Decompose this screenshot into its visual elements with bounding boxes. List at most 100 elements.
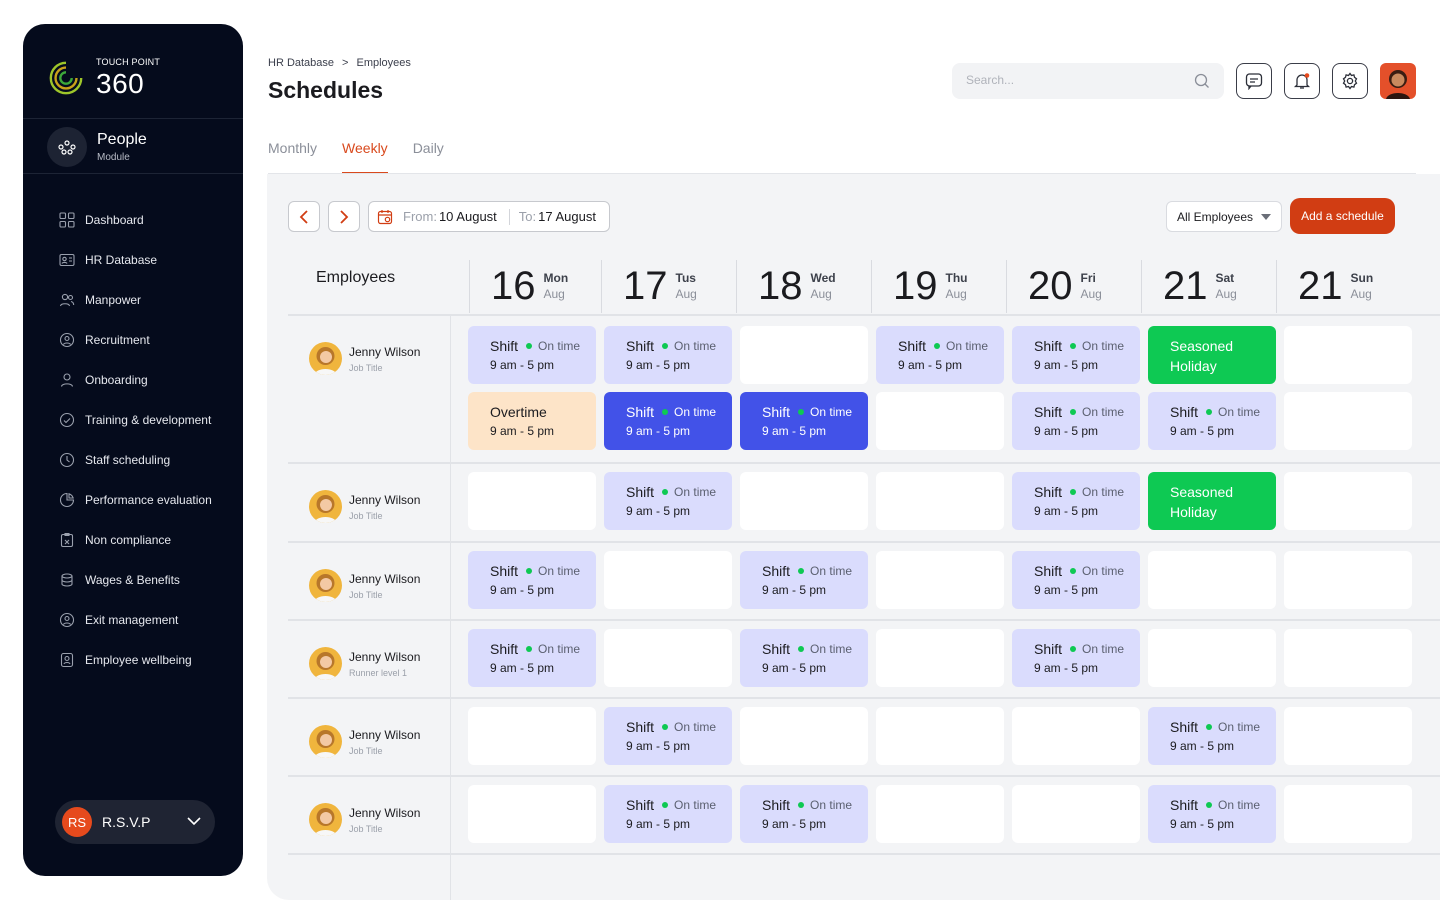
empty-cell[interactable] [876, 551, 1004, 609]
employee-cell[interactable]: Jenny Wilson Job Title [309, 725, 420, 758]
empty-cell[interactable] [1012, 785, 1140, 843]
shift-cell[interactable]: Shift On time 9 am - 5 pm [740, 392, 868, 450]
empty-cell[interactable] [876, 707, 1004, 765]
sidebar-item-manpower[interactable]: Manpower [59, 280, 212, 320]
sidebar-item-training[interactable]: Training & development [59, 400, 212, 440]
day-month: Aug [1080, 287, 1102, 301]
sidebar-item-performance[interactable]: Performance evaluation [59, 480, 212, 520]
empty-cell[interactable] [1148, 551, 1276, 609]
add-schedule-button[interactable]: Add a schedule [1290, 198, 1395, 234]
settings-button[interactable] [1332, 63, 1368, 99]
search-input[interactable] [966, 73, 1186, 87]
shift-header: Shift On time [626, 483, 732, 500]
shift-cell[interactable]: Shift On time 9 am - 5 pm [740, 785, 868, 843]
empty-cell[interactable] [1148, 629, 1276, 687]
empty-cell[interactable] [1284, 392, 1412, 450]
shift-cell[interactable]: Shift On time 9 am - 5 pm [1012, 629, 1140, 687]
empty-cell[interactable] [1284, 707, 1412, 765]
shift-cell[interactable]: Shift On time 9 am - 5 pm [604, 785, 732, 843]
holiday-cell[interactable]: Seasoned Holiday [1148, 326, 1276, 384]
sidebar-item-onboarding[interactable]: Onboarding [59, 360, 212, 400]
sidebar-item-hr-database[interactable]: HR Database [59, 240, 212, 280]
shift-cell[interactable]: Shift On time 9 am - 5 pm [468, 551, 596, 609]
employee-cell[interactable]: Jenny Wilson Job Title [309, 490, 420, 523]
shift-cell[interactable]: Shift On time 9 am - 5 pm [468, 326, 596, 384]
empty-cell[interactable] [740, 707, 868, 765]
empty-cell[interactable] [876, 392, 1004, 450]
tab-daily[interactable]: Daily [413, 140, 444, 174]
shift-label: Shift [626, 796, 655, 813]
shift-cell[interactable]: Shift On time 9 am - 5 pm [604, 326, 732, 384]
breadcrumb-hr-database[interactable]: HR Database [268, 57, 334, 69]
empty-cell[interactable] [1012, 707, 1140, 765]
shift-cell[interactable]: Shift On time 9 am - 5 pm [1012, 551, 1140, 609]
shift-cell[interactable]: Shift On time 9 am - 5 pm [604, 392, 732, 450]
sidebar-item-recruitment[interactable]: Recruitment [59, 320, 212, 360]
status-dot [526, 645, 533, 652]
prev-week-button[interactable] [288, 201, 320, 232]
shift-cell[interactable]: Shift On time 9 am - 5 pm [468, 629, 596, 687]
shift-time: 9 am - 5 pm [1170, 424, 1235, 438]
clipboard-icon [60, 532, 74, 548]
empty-cell[interactable] [1284, 326, 1412, 384]
employee-filter-select[interactable]: All Employees [1166, 201, 1282, 232]
empty-cell[interactable] [740, 472, 868, 530]
empty-cell[interactable] [1284, 472, 1412, 530]
shift-cell[interactable]: Shift On time 9 am - 5 pm [1148, 785, 1276, 843]
notifications-button[interactable] [1284, 63, 1320, 99]
empty-cell[interactable] [604, 629, 732, 687]
shift-cell[interactable]: Shift On time 9 am - 5 pm [604, 707, 732, 765]
sidebar-item-non-compliance[interactable]: Non compliance [59, 520, 212, 560]
day-number: 21 [1163, 264, 1208, 308]
shift-cell[interactable]: Shift On time 9 am - 5 pm [740, 551, 868, 609]
day-column-divider [871, 260, 872, 313]
holiday-cell[interactable]: Seasoned Holiday [1148, 472, 1276, 530]
search-icon[interactable] [1194, 73, 1210, 89]
shift-cell[interactable]: Shift On time 9 am - 5 pm [604, 472, 732, 530]
shift-cell[interactable]: Shift On time 9 am - 5 pm [1012, 472, 1140, 530]
employee-job-title: Job Title [349, 510, 383, 521]
empty-cell[interactable] [468, 785, 596, 843]
sidebar-item-staff-scheduling[interactable]: Staff scheduling [59, 440, 212, 480]
row-divider [288, 462, 1440, 464]
account-switcher[interactable]: RS R.S.V.P [55, 800, 215, 844]
tab-weekly[interactable]: Weekly [342, 140, 388, 174]
shift-status: On time [674, 484, 717, 499]
sidebar-item-dashboard[interactable]: Dashboard [59, 200, 212, 240]
empty-cell[interactable] [876, 785, 1004, 843]
employee-cell[interactable]: Jenny Wilson Job Title [309, 803, 420, 836]
empty-cell[interactable] [876, 472, 1004, 530]
empty-cell[interactable] [1284, 785, 1412, 843]
breadcrumb-employees[interactable]: Employees [356, 57, 410, 69]
empty-cell[interactable] [1284, 551, 1412, 609]
employee-cell[interactable]: Jenny Wilson Job Title [309, 569, 420, 602]
shift-cell[interactable]: Shift On time 9 am - 5 pm [1148, 707, 1276, 765]
shift-cell[interactable]: Shift On time 9 am - 5 pm [1148, 392, 1276, 450]
logo[interactable]: TOUCH POINT 360 [47, 58, 160, 98]
shift-cell[interactable]: Shift On time 9 am - 5 pm [876, 326, 1004, 384]
shift-cell[interactable]: Shift On time 9 am - 5 pm [740, 629, 868, 687]
sidebar-item-exit[interactable]: Exit management [59, 600, 212, 640]
empty-cell[interactable] [1284, 629, 1412, 687]
tab-monthly[interactable]: Monthly [268, 140, 317, 174]
shift-cell[interactable]: Shift On time 9 am - 5 pm [1012, 326, 1140, 384]
empty-cell[interactable] [740, 326, 868, 384]
shift-cell[interactable]: Shift On time 9 am - 5 pm [1012, 392, 1140, 450]
sidebar-item-wellbeing[interactable]: Employee wellbeing [59, 640, 212, 680]
employee-cell[interactable]: Jenny Wilson Job Title [309, 342, 420, 375]
empty-cell[interactable] [468, 707, 596, 765]
messages-button[interactable] [1236, 63, 1272, 99]
module-switcher[interactable]: People Module [47, 127, 147, 167]
sidebar-item-label: Onboarding [85, 373, 148, 387]
holiday-label-line2: Holiday [1170, 504, 1217, 520]
date-range-picker[interactable]: From: 10 August To: 17 August [368, 201, 610, 232]
sidebar-item-wages[interactable]: Wages & Benefits [59, 560, 212, 600]
next-week-button[interactable] [328, 201, 360, 232]
shift-time: 9 am - 5 pm [490, 358, 555, 372]
overtime-cell[interactable]: Overtime 9 am - 5 pm [468, 392, 596, 450]
user-avatar[interactable] [1380, 63, 1416, 99]
employee-cell[interactable]: Jenny Wilson Runner level 1 [309, 647, 420, 680]
empty-cell[interactable] [468, 472, 596, 530]
empty-cell[interactable] [876, 629, 1004, 687]
empty-cell[interactable] [604, 551, 732, 609]
